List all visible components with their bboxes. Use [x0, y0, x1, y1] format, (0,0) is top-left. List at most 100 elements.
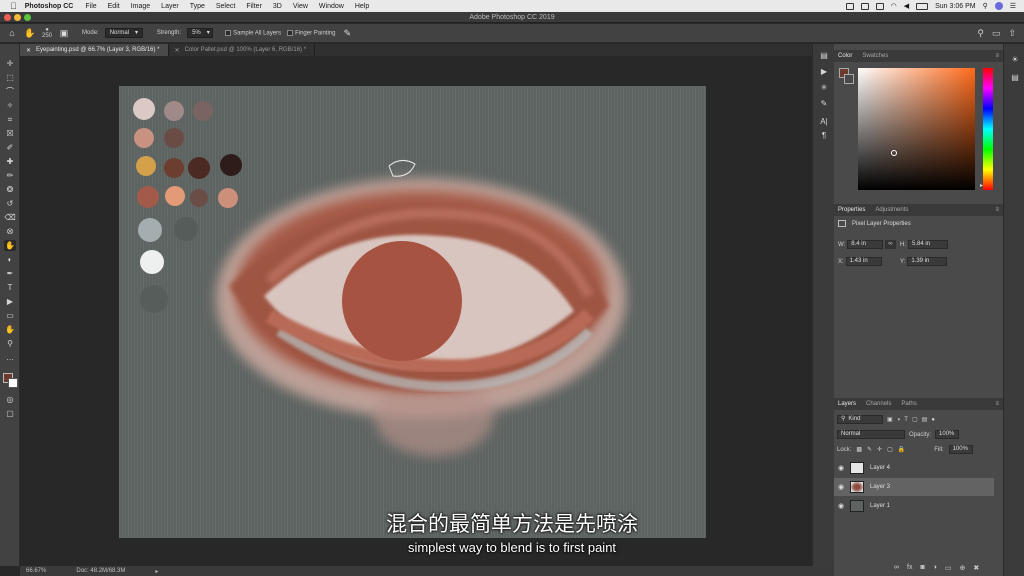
filter-smart-object-icon[interactable]: ▤: [922, 416, 928, 423]
menu-select[interactable]: Select: [216, 3, 235, 10]
visibility-eye-icon[interactable]: ◉: [834, 483, 848, 491]
close-window-button[interactable]: [4, 14, 11, 21]
clone-stamp-tool-icon[interactable]: ❂: [4, 184, 16, 195]
lock-artboard-icon[interactable]: ▢: [887, 446, 893, 453]
add-mask-icon[interactable]: ◙: [920, 564, 924, 572]
menu-image[interactable]: Image: [131, 3, 150, 10]
menu-view[interactable]: View: [293, 3, 308, 10]
menubar-clock[interactable]: Sun 3:06 PM: [935, 3, 975, 10]
tab-adjustments[interactable]: Adjustments: [875, 207, 908, 213]
checkbox-box[interactable]: [287, 29, 294, 36]
layer-row[interactable]: ◉ Layer 4: [834, 459, 994, 477]
menu-layer[interactable]: Layer: [161, 3, 179, 10]
pressure-icon[interactable]: ✎: [341, 27, 353, 39]
brush-tool-icon[interactable]: ✏: [4, 170, 16, 181]
battery-icon[interactable]: [916, 2, 929, 10]
background-color-swatch[interactable]: [8, 378, 18, 388]
menu-window[interactable]: Window: [319, 3, 344, 10]
height-input[interactable]: 5.84 in: [908, 240, 948, 249]
lock-paint-icon[interactable]: ✎: [867, 446, 872, 453]
eyedropper-tool-icon[interactable]: ✐: [4, 142, 16, 153]
type-tool-icon[interactable]: T: [4, 282, 16, 293]
apple-menu-icon[interactable]: : [10, 1, 17, 11]
link-icon[interactable]: ∞: [885, 240, 896, 249]
new-layer-icon[interactable]: ⊕: [960, 564, 966, 572]
filter-shape-icon[interactable]: ▢: [912, 416, 918, 423]
search-icon[interactable]: ⚲: [977, 28, 984, 39]
menu-type[interactable]: Type: [190, 3, 205, 10]
trash-icon[interactable]: ✖: [973, 564, 979, 572]
x-input[interactable]: 1.43 in: [845, 257, 882, 266]
minimize-window-button[interactable]: [14, 14, 21, 21]
pen-tool-icon[interactable]: ✒: [4, 268, 16, 279]
actions-panel-icon[interactable]: ▶: [818, 66, 830, 77]
fill-input[interactable]: 100%: [948, 445, 973, 454]
paragraph-panel-icon[interactable]: ¶: [818, 130, 830, 141]
notification-center-icon[interactable]: ☰: [1010, 2, 1016, 10]
hue-slider-handle[interactable]: ▸: [980, 182, 983, 189]
rectangle-tool-icon[interactable]: ▭: [4, 310, 16, 321]
magic-wand-tool-icon[interactable]: ✧: [4, 100, 16, 111]
tab-properties[interactable]: Properties: [838, 207, 865, 213]
history-brush-tool-icon[interactable]: ↺: [4, 198, 16, 209]
checkbox-box[interactable]: [225, 29, 232, 36]
color-picker-cursor[interactable]: [891, 150, 897, 156]
tab-layers[interactable]: Layers: [838, 401, 856, 407]
home-icon[interactable]: ⌂: [6, 27, 18, 39]
wifi-icon[interactable]: ◠: [891, 2, 897, 10]
close-icon[interactable]: ✕: [26, 47, 31, 54]
panel-menu-icon[interactable]: ≡: [995, 53, 999, 59]
menu-help[interactable]: Help: [355, 3, 369, 10]
app-menu[interactable]: Photoshop CC: [25, 3, 74, 10]
history-panel-icon[interactable]: ▤: [818, 50, 830, 61]
workspace-icon[interactable]: ▭: [992, 28, 1001, 39]
link-layers-icon[interactable]: ∞: [894, 564, 899, 572]
tool-preset-picker-icon[interactable]: ✋: [24, 27, 36, 39]
panel-menu-icon[interactable]: ≡: [995, 401, 999, 407]
frame-tool-icon[interactable]: ☒: [4, 128, 16, 139]
lock-transparent-icon[interactable]: ▩: [856, 446, 862, 453]
filter-type-icon[interactable]: T: [904, 417, 908, 423]
tab-paths[interactable]: Paths: [901, 401, 916, 407]
eraser-tool-icon[interactable]: ⌫: [4, 212, 16, 223]
brush-preset-picker[interactable]: ● 250: [42, 27, 52, 39]
menu-filter[interactable]: Filter: [246, 3, 262, 10]
filter-toggle-icon[interactable]: ●: [931, 417, 935, 423]
marquee-tool-icon[interactable]: ⬚: [4, 72, 16, 83]
libraries-panel-icon[interactable]: ▤: [1009, 72, 1021, 83]
brush-settings-icon[interactable]: ▣: [58, 27, 70, 39]
sample-all-layers-checkbox[interactable]: Sample All Layers: [225, 29, 281, 36]
document-size[interactable]: Doc: 48.2M/68.3M: [76, 568, 125, 574]
siri-icon[interactable]: [994, 2, 1003, 10]
filter-pixel-icon[interactable]: ▣: [887, 416, 893, 423]
move-tool-icon[interactable]: ✛: [4, 58, 16, 69]
zoom-level[interactable]: 66.67%: [26, 568, 46, 574]
chevron-right-icon[interactable]: ▸: [155, 568, 158, 575]
lasso-tool-icon[interactable]: ⌒: [4, 86, 16, 97]
color-picker-field[interactable]: [858, 68, 975, 190]
hand-tool-icon[interactable]: ✋: [4, 324, 16, 335]
mode-select[interactable]: Normal ▾: [104, 28, 143, 38]
status-icon[interactable]: [860, 2, 869, 10]
filter-adjustment-icon[interactable]: ◑: [897, 417, 901, 423]
zoom-window-button[interactable]: [24, 14, 31, 21]
path-selection-tool-icon[interactable]: ▶: [4, 296, 16, 307]
layer-style-icon[interactable]: fx: [907, 564, 912, 572]
character-panel-icon[interactable]: A|: [818, 116, 830, 127]
quick-mask-icon[interactable]: ◎: [4, 394, 16, 405]
blend-mode-select[interactable]: Normal: [837, 430, 905, 439]
tab-color-pallet[interactable]: ✕ Color Pallet.psd @ 100% (Layer 6, RGB/…: [169, 44, 316, 56]
hue-slider[interactable]: ▸: [980, 68, 993, 190]
share-icon[interactable]: ⇧: [1008, 28, 1016, 39]
panel-menu-icon[interactable]: ≡: [995, 207, 999, 213]
spotlight-search-icon[interactable]: ⚲: [983, 2, 988, 10]
tab-channels[interactable]: Channels: [866, 401, 891, 407]
tab-eyepainting[interactable]: ✕ Eyepainting.psd @ 66.7% (Layer 3, RGB/…: [20, 44, 169, 56]
lock-position-icon[interactable]: ✛: [877, 446, 882, 453]
adjustment-layer-icon[interactable]: ◑: [933, 564, 937, 572]
finger-painting-checkbox[interactable]: Finger Painting: [287, 29, 335, 36]
new-group-icon[interactable]: ▭: [945, 564, 952, 572]
layer-name[interactable]: Layer 3: [870, 484, 890, 490]
opacity-input[interactable]: 100%: [935, 430, 960, 439]
learn-panel-icon[interactable]: ☀: [1009, 54, 1021, 65]
